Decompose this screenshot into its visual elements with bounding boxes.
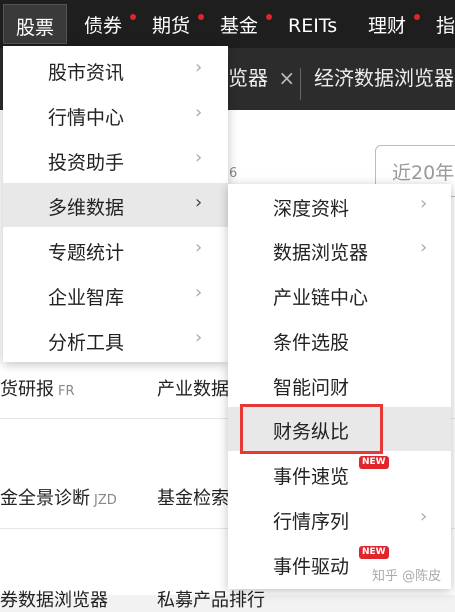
chevron-right-icon: ›: [420, 237, 428, 258]
bg-item-futures-report-label: 货研报: [0, 379, 54, 400]
nav-futures-label: 期货: [152, 15, 191, 37]
bg-item-fund-search[interactable]: 基金检索: [157, 484, 229, 510]
menu-item-label: 产业链中心: [273, 287, 369, 309]
bg-item-industry-data[interactable]: 产业数据: [157, 375, 229, 401]
menu-item-topic-statistics[interactable]: 专题统计 ›: [3, 228, 228, 272]
nav-bonds[interactable]: 债券: [84, 0, 122, 48]
menu-item-investment-assistant[interactable]: 投资助手 ›: [3, 138, 228, 182]
nav-funds-label: 基金: [220, 15, 259, 37]
nav-futures-dot: [198, 14, 204, 20]
menu-item-label: 分析工具: [48, 332, 125, 354]
nav-reits-label: REITs: [288, 15, 338, 37]
chevron-right-icon: ›: [195, 102, 203, 123]
menu-item-label: 股市资讯: [48, 62, 125, 84]
menu-item-multidimensional-data[interactable]: 多维数据 ›: [3, 183, 228, 227]
menu-item-quote-center[interactable]: 行情中心 ›: [3, 93, 228, 137]
multidimensional-data-submenu: 深度资料 › 数据浏览器 › 产业链中心 条件选股 智能问财 财务纵比 事件速览…: [228, 184, 451, 589]
submenu-item-quote-series[interactable]: 行情序列 ›: [228, 497, 451, 541]
chevron-right-icon: ›: [195, 237, 203, 258]
chevron-right-icon: ›: [195, 327, 203, 348]
menu-item-label: 行情中心: [48, 107, 125, 129]
menu-item-label: 深度资料: [273, 198, 350, 220]
tab-close-icon[interactable]: ×: [278, 66, 295, 90]
menu-item-label: 企业智库: [48, 287, 125, 309]
nav-bonds-dot: [130, 14, 136, 20]
menu-item-label: 数据浏览器: [273, 242, 369, 264]
menu-item-label: 行情序列: [273, 511, 350, 533]
date-range-placeholder: 近20年: [392, 162, 455, 184]
top-nav: 股票 债券 期货 基金 REITs 理财 指: [0, 0, 455, 48]
menu-item-market-news[interactable]: 股市资讯 ›: [3, 48, 228, 92]
chevron-right-icon: ›: [195, 57, 203, 78]
tab-economic-data-label: 经济数据浏览器: [314, 66, 454, 90]
menu-item-enterprise-think-tank[interactable]: 企业智库 ›: [3, 273, 228, 317]
bg-item-futures-report-sub: FR: [58, 384, 75, 399]
chevron-right-icon: ›: [195, 282, 203, 303]
bg-item-fund-diagnosis[interactable]: 金全景诊断 JZD: [0, 484, 117, 510]
menu-item-label: 投资助手: [48, 152, 125, 174]
tab-separator: [300, 68, 301, 100]
chevron-right-icon: ›: [420, 506, 428, 527]
bg-item-private-ranking[interactable]: 私募产品排行: [157, 586, 265, 612]
menu-item-label: 专题统计: [48, 242, 125, 264]
nav-futures[interactable]: 期货: [152, 0, 190, 48]
partial-digit: 6: [229, 166, 238, 181]
nav-index-label: 指: [436, 15, 455, 37]
stocks-dropdown-menu: 股市资讯 › 行情中心 › 投资助手 › 多维数据 › 专题统计 › 企业智库 …: [3, 46, 228, 362]
menu-item-label: 条件选股: [273, 332, 350, 354]
nav-wealth-dot: [414, 14, 420, 20]
menu-item-label: 多维数据: [48, 197, 125, 219]
nav-index[interactable]: 指: [436, 0, 455, 48]
tab-economic-data[interactable]: 经济数据浏览器: [314, 62, 454, 91]
submenu-item-stock-screener[interactable]: 条件选股: [228, 318, 451, 362]
bg-item-fund-diagnosis-label: 金全景诊断: [0, 488, 90, 509]
chevron-right-icon: ›: [420, 193, 428, 214]
tab-browser-partial[interactable]: 览器 ×: [228, 62, 295, 91]
tab-browser-label: 览器: [228, 66, 268, 90]
bg-item-fund-diagnosis-sub: JZD: [94, 493, 117, 508]
watermark: 知乎 @陈皮: [372, 569, 442, 584]
nav-wealth-label: 理财: [368, 15, 407, 37]
submenu-item-industry-chain[interactable]: 产业链中心: [228, 273, 451, 317]
highlight-annotation-box: [240, 404, 383, 454]
nav-wealth[interactable]: 理财: [368, 0, 406, 48]
submenu-item-event-overview[interactable]: 事件速览 NEW: [228, 452, 451, 496]
new-badge: NEW: [359, 456, 389, 469]
submenu-item-smart-query[interactable]: 智能问财: [228, 363, 451, 407]
submenu-item-in-depth-data[interactable]: 深度资料 ›: [228, 184, 451, 228]
nav-bonds-label: 债券: [84, 15, 123, 37]
menu-item-label: 智能问财: [273, 377, 350, 399]
new-badge: NEW: [359, 546, 389, 559]
bg-item-futures-report[interactable]: 货研报 FR: [0, 375, 75, 401]
menu-item-label: 事件速览: [273, 466, 350, 488]
menu-item-label: 事件驱动: [273, 556, 350, 578]
nav-stocks-label: 股票: [16, 17, 55, 39]
nav-funds-dot: [266, 14, 272, 20]
nav-reits[interactable]: REITs: [288, 0, 337, 48]
nav-stocks[interactable]: 股票: [3, 4, 68, 44]
submenu-item-data-browser[interactable]: 数据浏览器 ›: [228, 228, 451, 272]
chevron-right-icon: ›: [195, 192, 203, 213]
bg-item-bond-browser[interactable]: 券数据浏览器: [0, 586, 108, 612]
menu-item-analysis-tools[interactable]: 分析工具 ›: [3, 318, 228, 362]
chevron-right-icon: ›: [195, 147, 203, 168]
nav-funds[interactable]: 基金: [220, 0, 258, 48]
